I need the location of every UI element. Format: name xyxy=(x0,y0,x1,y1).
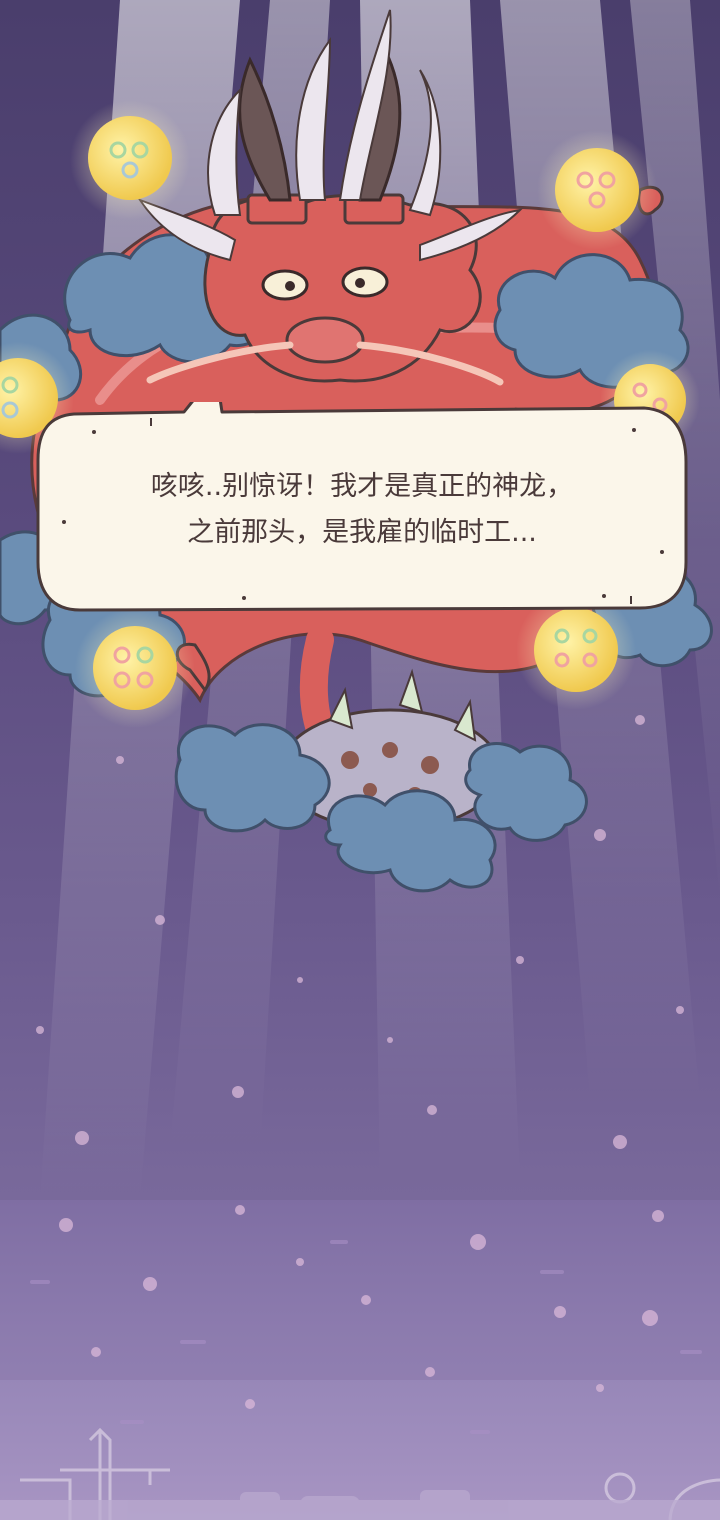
dialogue-line-1: 咳咳..别惊讶！我才是真正的神龙， xyxy=(150,471,574,502)
dialogue-bubble[interactable]: 咳咳..别惊讶！我才是真正的神龙， 之前那头，是我雇的临时工... xyxy=(34,402,690,614)
dragon-ball-1 xyxy=(70,100,190,220)
game-scene[interactable]: 咳咳..别惊讶！我才是真正的神龙， 之前那头，是我雇的临时工... xyxy=(0,0,720,1520)
city-skyline xyxy=(0,1427,720,1520)
dialogue-line-2: 之前那头，是我雇的临时工... xyxy=(187,517,537,548)
dragon-ball-5 xyxy=(75,608,195,728)
dialogue-text: 咳咳..别惊讶！我才是真正的神龙， 之前那头，是我雇的临时工... xyxy=(74,464,650,556)
dragon-ball-2 xyxy=(537,130,657,250)
